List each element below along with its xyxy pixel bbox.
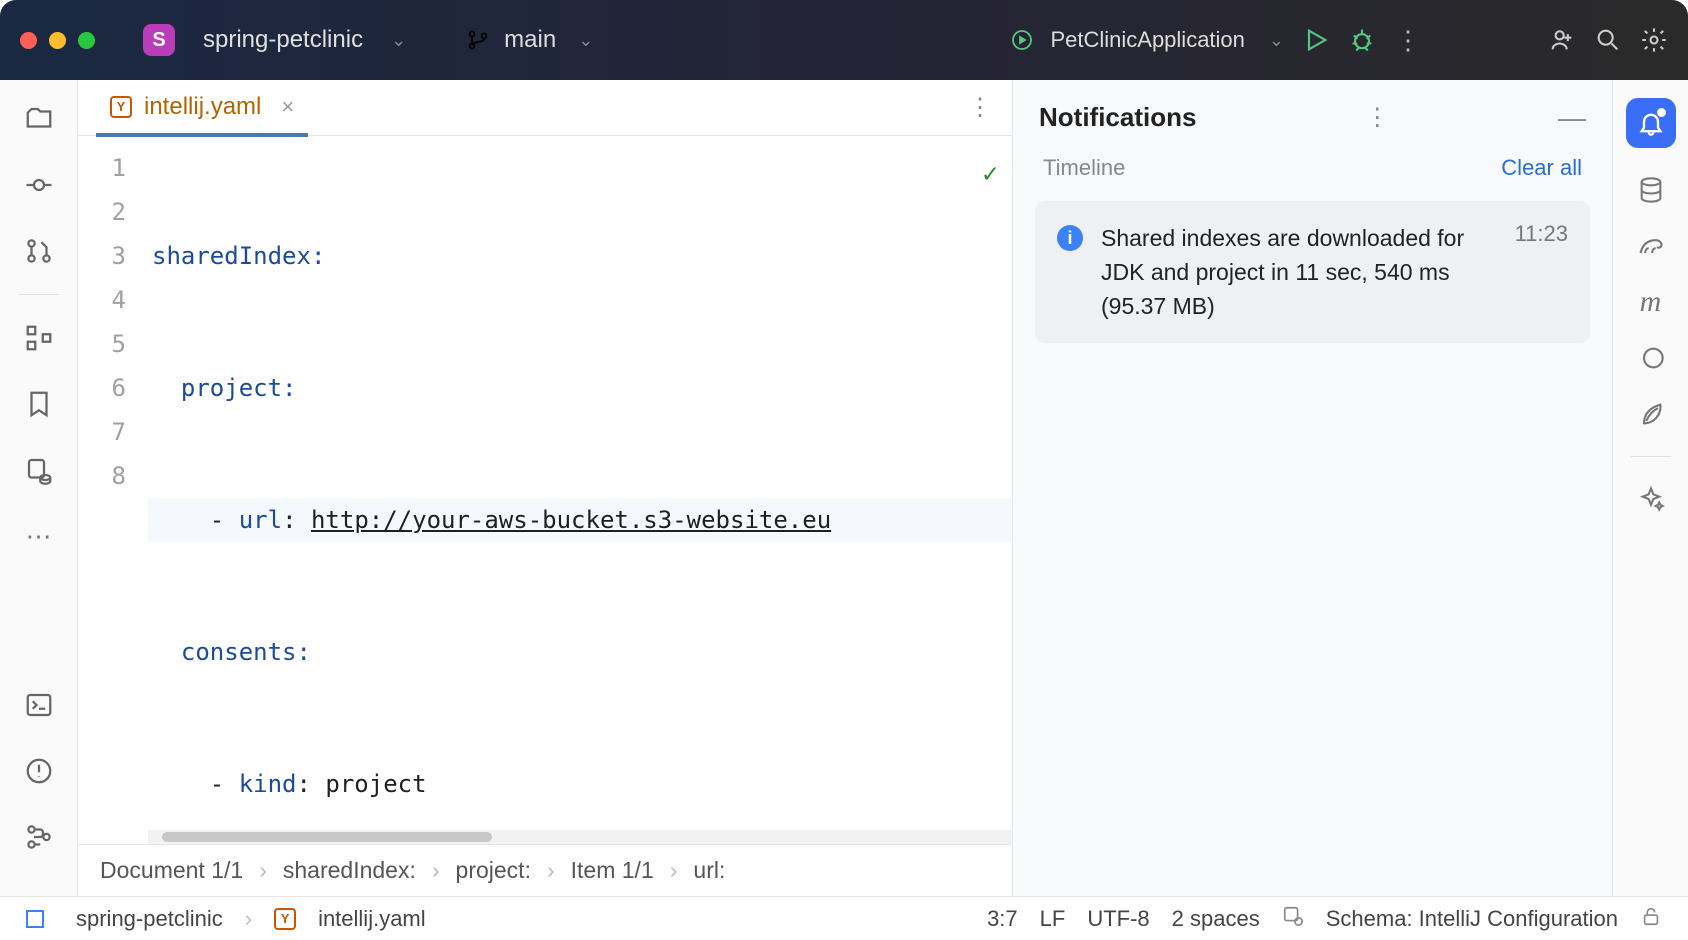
notification-time: 11:23 xyxy=(1515,221,1568,323)
spring-tool-icon[interactable] xyxy=(1637,400,1665,428)
run-button[interactable] xyxy=(1302,26,1330,54)
branch-icon xyxy=(466,28,490,52)
indent-config-icon[interactable] xyxy=(1282,905,1304,933)
run-app-icon xyxy=(1010,28,1034,52)
commit-tool-icon[interactable] xyxy=(22,168,56,202)
structure-tool-icon[interactable] xyxy=(22,321,56,355)
more-actions-icon[interactable]: ⋮ xyxy=(1394,26,1422,54)
status-bar: spring-petclinic › intellij.yaml 3:7 LF … xyxy=(0,896,1688,940)
minimize-panel-icon[interactable]: — xyxy=(1558,104,1586,132)
right-tool-rail: m xyxy=(1612,80,1688,896)
project-name[interactable]: spring-petclinic xyxy=(203,26,363,54)
titlebar: S spring-petclinic ⌄ main ⌄ PetClinicApp… xyxy=(0,0,1688,80)
code-editor[interactable]: ✓ 1 2 3 4 5 6 7 8 sharedIndex: project: … xyxy=(78,136,1012,830)
tab-menu-icon[interactable]: ⋮ xyxy=(966,94,994,122)
notification-text: Shared indexes are downloaded for JDK an… xyxy=(1101,221,1497,323)
encoding[interactable]: UTF-8 xyxy=(1087,906,1149,932)
branch-name: main xyxy=(504,26,556,54)
line-gutter: 1 2 3 4 5 6 7 8 xyxy=(78,136,148,830)
code-body[interactable]: sharedIndex: project: - url: http://your… xyxy=(148,136,1012,830)
info-icon: i xyxy=(1057,225,1083,251)
window-controls xyxy=(20,32,95,49)
close-window-icon[interactable] xyxy=(20,32,37,49)
notifications-panel: Notifications ⋮ — Timeline Clear all i S… xyxy=(1012,80,1612,896)
inspection-ok-icon[interactable]: ✓ xyxy=(982,152,998,196)
status-file[interactable]: intellij.yaml xyxy=(318,906,426,932)
settings-icon[interactable] xyxy=(1640,26,1668,54)
dependencies-tool-icon[interactable] xyxy=(1637,344,1665,372)
close-tab-icon[interactable]: × xyxy=(281,94,294,120)
project-tool-icon[interactable] xyxy=(22,102,56,136)
code-with-me-icon[interactable] xyxy=(1548,26,1576,54)
editor-breadcrumb[interactable]: Document 1/1› sharedIndex:› project:› It… xyxy=(78,844,1012,896)
panel-title: Notifications xyxy=(1039,102,1196,133)
chevron-down-icon[interactable]: ⌄ xyxy=(578,30,593,51)
panel-menu-icon[interactable]: ⋮ xyxy=(1363,104,1391,132)
minimize-window-icon[interactable] xyxy=(49,32,66,49)
pull-requests-icon[interactable] xyxy=(22,234,56,268)
more-tools-icon[interactable]: ⋯ xyxy=(22,519,56,553)
vcs-tool-icon[interactable] xyxy=(22,820,56,854)
ai-assistant-icon[interactable] xyxy=(1637,485,1665,513)
database-tool-icon[interactable] xyxy=(1637,176,1665,204)
cursor-position[interactable]: 3:7 xyxy=(987,906,1018,932)
clear-all-button[interactable]: Clear all xyxy=(1501,155,1582,181)
gradle-tool-icon[interactable] xyxy=(1637,232,1665,260)
project-icon xyxy=(26,910,44,928)
project-avatar[interactable]: S xyxy=(143,24,175,56)
timeline-label: Timeline xyxy=(1043,155,1125,181)
run-config-selector[interactable]: PetClinicApplication ⌄ xyxy=(1010,27,1284,53)
zoom-window-icon[interactable] xyxy=(78,32,95,49)
run-config-name: PetClinicApplication xyxy=(1050,27,1244,53)
indent-settings[interactable]: 2 spaces xyxy=(1172,906,1260,932)
horizontal-scrollbar[interactable] xyxy=(148,830,1012,844)
lock-icon[interactable] xyxy=(1640,905,1662,933)
editor-area: intellij.yaml × ⋮ ✓ 1 2 3 4 5 6 7 8 shar… xyxy=(78,80,1012,896)
status-project[interactable]: spring-petclinic xyxy=(76,906,223,932)
tab-intellij-yaml[interactable]: intellij.yaml × xyxy=(96,79,308,137)
left-tool-rail: ⋯ xyxy=(0,80,78,896)
maven-tool-icon[interactable]: m xyxy=(1637,288,1665,316)
search-icon[interactable] xyxy=(1594,26,1622,54)
yaml-file-icon xyxy=(274,908,296,930)
problems-tool-icon[interactable] xyxy=(22,754,56,788)
line-separator[interactable]: LF xyxy=(1040,906,1066,932)
tab-label: intellij.yaml xyxy=(144,93,261,121)
editor-tabs: intellij.yaml × ⋮ xyxy=(78,80,1012,136)
persistence-tool-icon[interactable] xyxy=(22,453,56,487)
vcs-branch-widget[interactable]: main ⌄ xyxy=(466,26,593,54)
bookmarks-tool-icon[interactable] xyxy=(22,387,56,421)
notification-item[interactable]: i Shared indexes are downloaded for JDK … xyxy=(1035,201,1590,343)
notifications-button[interactable] xyxy=(1626,98,1676,148)
debug-button[interactable] xyxy=(1348,26,1376,54)
chevron-down-icon: ⌄ xyxy=(1269,30,1284,51)
chevron-down-icon[interactable]: ⌄ xyxy=(391,30,406,51)
terminal-tool-icon[interactable] xyxy=(22,688,56,722)
yaml-file-icon xyxy=(110,96,132,118)
schema-label[interactable]: Schema: IntelliJ Configuration xyxy=(1326,906,1618,932)
